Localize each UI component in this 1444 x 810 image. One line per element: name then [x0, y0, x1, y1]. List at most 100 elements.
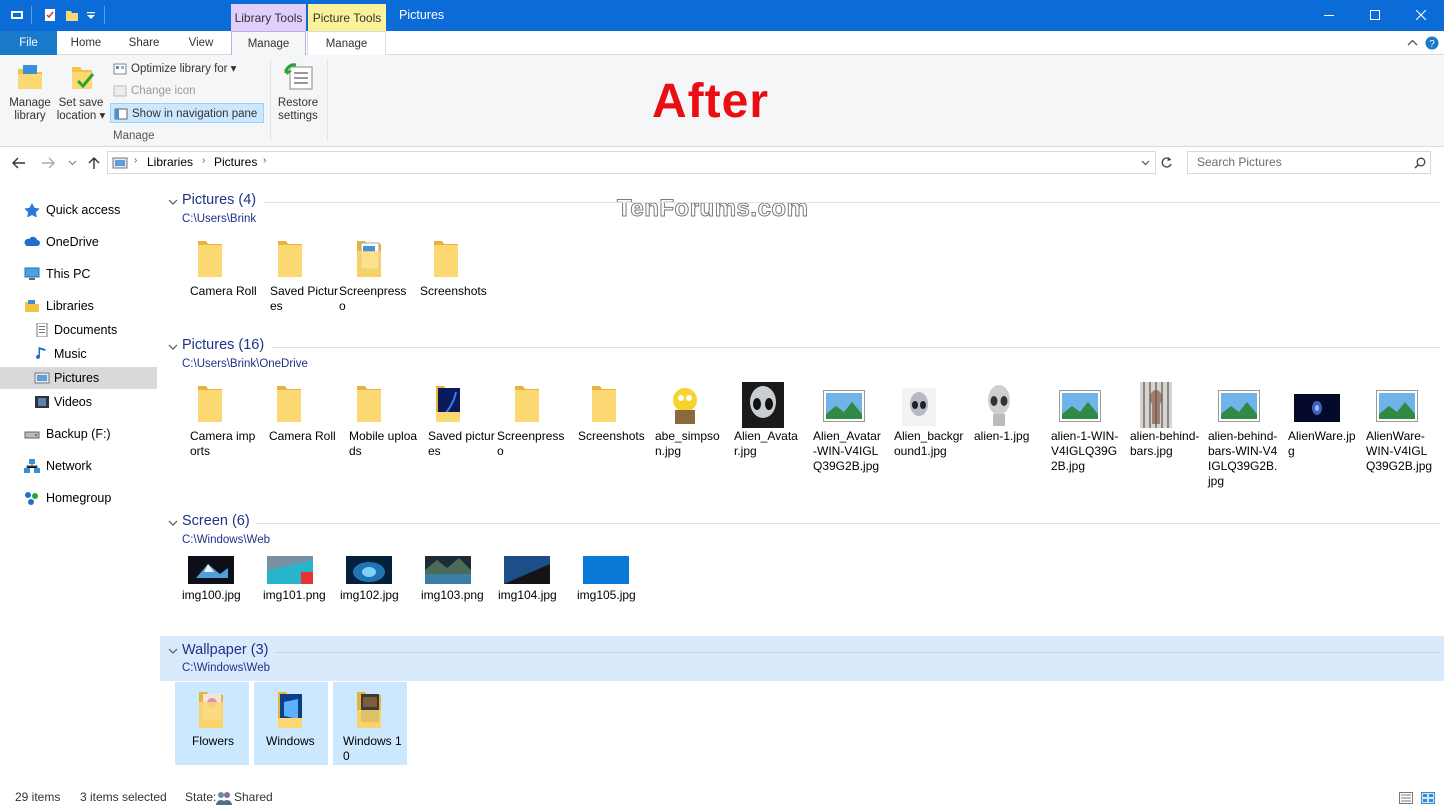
breadcrumb-separator-icon[interactable]: ›: [263, 155, 266, 166]
nav-item-backup-drive[interactable]: Backup (F:): [24, 423, 160, 445]
customize-quick-access-icon[interactable]: [84, 8, 98, 22]
img105-thumbnail: [583, 556, 629, 584]
maximize-button[interactable]: [1352, 0, 1398, 31]
nav-item-libraries[interactable]: Libraries: [24, 295, 160, 317]
group-header[interactable]: Screen (6): [182, 513, 250, 529]
show-in-navigation-pane-button[interactable]: Show in navigation pane: [110, 103, 264, 123]
refresh-icon[interactable]: [1160, 156, 1173, 169]
list-item[interactable]: Camera Roll: [184, 237, 260, 317]
close-button[interactable]: [1398, 0, 1444, 31]
list-item[interactable]: Camera Roll: [263, 382, 339, 492]
collapse-chevron-icon[interactable]: [168, 197, 178, 207]
group-path[interactable]: C:\Users\Brink\OneDrive: [182, 358, 308, 370]
list-item[interactable]: Alien_background1.jpg: [888, 382, 964, 492]
list-item-selected[interactable]: Windows 10: [333, 682, 407, 765]
search-icon[interactable]: [1414, 157, 1426, 169]
breadcrumb-separator-icon[interactable]: ›: [134, 155, 137, 166]
new-folder-icon[interactable]: [65, 8, 79, 22]
list-item[interactable]: Saved pictures: [422, 382, 498, 492]
item-label: Alien_Avatar.jpg: [734, 429, 798, 458]
optimize-library-button[interactable]: Optimize library for ▾: [110, 59, 264, 79]
list-item[interactable]: img101.png: [257, 556, 333, 626]
back-arrow-icon[interactable]: [12, 157, 26, 169]
list-item[interactable]: img105.jpg: [571, 556, 647, 626]
collapse-chevron-icon[interactable]: [168, 518, 178, 528]
tab-home[interactable]: Home: [62, 31, 110, 55]
change-icon-button[interactable]: Change icon: [110, 81, 264, 101]
music-icon: [36, 347, 46, 359]
list-item[interactable]: alien-1.jpg: [968, 382, 1044, 492]
item-label: Alien_Avatar-WIN-V4IGLQ39G2B.jpg: [813, 429, 881, 473]
manage-library-button[interactable]: Manage library: [5, 61, 55, 127]
forward-arrow-icon[interactable]: [41, 157, 55, 169]
help-icon[interactable]: ?: [1425, 36, 1439, 50]
list-item[interactable]: alien-behind-bars-WIN-V4IGLQ39G2B.jpg: [1202, 382, 1278, 492]
tab-manage-library[interactable]: Manage: [231, 31, 306, 56]
list-item[interactable]: Alien_Avatar-WIN-V4IGLQ39G2B.jpg: [807, 382, 883, 492]
collapse-chevron-icon[interactable]: [168, 646, 178, 656]
list-item[interactable]: Screenpresso: [333, 237, 409, 317]
group-path[interactable]: C:\Windows\Web: [182, 662, 270, 674]
tab-manage-picture[interactable]: Manage: [307, 31, 386, 56]
list-item[interactable]: img102.jpg: [334, 556, 410, 626]
list-item[interactable]: Screenshots: [572, 382, 648, 492]
list-item[interactable]: img103.png: [415, 556, 491, 626]
list-item-selected[interactable]: Windows: [254, 682, 328, 765]
group-header[interactable]: Wallpaper (3): [182, 642, 269, 658]
list-item[interactable]: AlienWare-WIN-V4IGLQ39G2B.jpg: [1360, 382, 1436, 492]
after-overlay-text: After: [652, 75, 770, 128]
breadcrumb-pictures[interactable]: Pictures: [214, 155, 257, 169]
minimize-button[interactable]: [1306, 0, 1352, 31]
nav-item-music[interactable]: Music: [34, 343, 160, 365]
windows-10-folder-icon: [357, 692, 381, 728]
list-item[interactable]: Screenpresso: [491, 382, 567, 492]
list-item[interactable]: AlienWare.jpg: [1282, 382, 1358, 492]
list-item[interactable]: Screenshots: [414, 237, 490, 317]
file-list: TenForums.com Pictures (4) C:\Users\Brin…: [160, 180, 1444, 790]
properties-icon[interactable]: [43, 8, 57, 22]
address-bar[interactable]: › Libraries › Pictures ›: [107, 151, 1172, 174]
collapse-ribbon-icon[interactable]: [1407, 38, 1418, 48]
nav-item-homegroup[interactable]: Homegroup: [24, 487, 160, 509]
list-item[interactable]: img100.jpg: [176, 556, 252, 626]
group-header[interactable]: Pictures (16): [182, 337, 264, 353]
nav-item-quick-access[interactable]: Quick access: [24, 199, 160, 221]
search-input[interactable]: Search Pictures: [1187, 151, 1431, 174]
nav-item-pictures[interactable]: Pictures: [34, 367, 157, 389]
nav-item-this-pc[interactable]: This PC: [24, 263, 160, 285]
list-item[interactable]: Saved Pictures: [264, 237, 340, 317]
nav-item-onedrive[interactable]: OneDrive: [24, 231, 160, 253]
item-label: AlienWare.jpg: [1288, 429, 1356, 458]
tab-share[interactable]: Share: [120, 31, 168, 55]
group-path[interactable]: C:\Users\Brink: [182, 213, 256, 225]
restore-settings-button[interactable]: Restore settings: [275, 61, 321, 127]
group-path[interactable]: C:\Windows\Web: [182, 534, 270, 546]
breadcrumb-libraries[interactable]: Libraries: [147, 155, 193, 169]
tab-view[interactable]: View: [178, 31, 224, 55]
list-item[interactable]: Alien_Avatar.jpg: [728, 382, 804, 492]
tab-file[interactable]: File: [0, 31, 57, 55]
list-item[interactable]: abe_simpson.jpg: [649, 382, 725, 492]
large-icons-view-icon[interactable]: [1421, 792, 1435, 804]
item-label: Camera Roll: [269, 429, 336, 443]
details-view-icon[interactable]: [1399, 792, 1413, 804]
nav-item-documents[interactable]: Documents: [34, 319, 160, 341]
list-item-selected[interactable]: Flowers: [175, 682, 249, 765]
address-dropdown-icon[interactable]: [1141, 160, 1150, 166]
recent-locations-chevron-icon[interactable]: [68, 160, 77, 166]
explorer-icon[interactable]: [10, 8, 24, 22]
item-label: Screenpresso: [497, 429, 565, 458]
list-item[interactable]: Camera imports: [184, 382, 260, 492]
up-arrow-icon[interactable]: [87, 156, 101, 170]
collapse-chevron-icon[interactable]: [168, 342, 178, 352]
set-save-location-button[interactable]: Set save location ▾: [55, 61, 107, 127]
breadcrumb-separator-icon[interactable]: ›: [202, 155, 205, 166]
list-item[interactable]: alien-behind-bars.jpg: [1124, 382, 1200, 492]
nav-item-network[interactable]: Network: [24, 455, 160, 477]
list-item[interactable]: alien-1-WIN-V4IGLQ39G2B.jpg: [1045, 382, 1121, 492]
nav-item-videos[interactable]: Videos: [34, 391, 160, 413]
list-item[interactable]: img104.jpg: [492, 556, 568, 626]
maximize-icon: [1370, 10, 1380, 20]
list-item[interactable]: Mobile uploads: [343, 382, 419, 492]
group-header[interactable]: Pictures (4): [182, 192, 256, 208]
